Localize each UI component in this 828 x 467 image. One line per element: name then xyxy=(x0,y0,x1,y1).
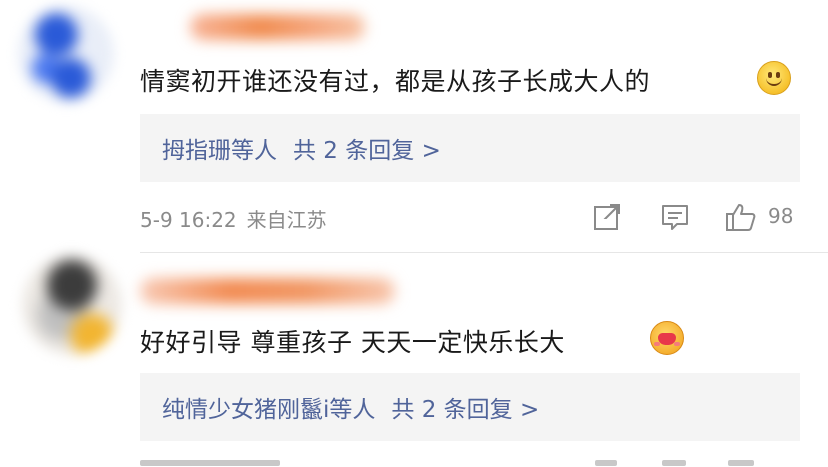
like-icon[interactable] xyxy=(725,202,756,232)
next-comment-meta-partial xyxy=(0,458,828,467)
reply-summary[interactable]: 纯情少女猪刚鬣i等人 共 2 条回复 > xyxy=(140,373,800,441)
comment-text: 好好引导 尊重孩子 天天一定快乐长大 xyxy=(140,328,565,357)
comment-list: 情窦初开谁还没有过，都是从孩子长成大人的 拇指珊等人 共 2 条回复 > 5-9… xyxy=(0,0,828,467)
divider xyxy=(140,252,828,253)
comment-meta: 5-9 16:22 来自江苏 98 xyxy=(140,202,800,234)
username-redacted[interactable] xyxy=(190,14,365,40)
username-redacted[interactable] xyxy=(140,278,395,304)
reply-users[interactable]: 拇指珊等人 xyxy=(162,131,277,165)
comment-time-location: 5-9 16:22 来自江苏 xyxy=(140,204,327,233)
comment-text: 情窦初开谁还没有过，都是从孩子长成大人的 xyxy=(140,67,651,96)
avatar[interactable] xyxy=(22,255,122,355)
reply-summary[interactable]: 拇指珊等人 共 2 条回复 > xyxy=(140,114,800,182)
smile-emoji-icon xyxy=(757,61,791,95)
like-count: 98 xyxy=(768,204,794,228)
reply-count-link[interactable]: 共 2 条回复 > xyxy=(293,131,441,165)
avatar[interactable] xyxy=(18,6,114,102)
reply-users[interactable]: 纯情少女猪刚鬣i等人 xyxy=(162,390,375,424)
share-icon[interactable] xyxy=(592,202,622,232)
hug-emoji-icon xyxy=(650,321,684,355)
comment-location: 来自江苏 xyxy=(246,208,327,232)
reply-count-link[interactable]: 共 2 条回复 > xyxy=(391,390,539,424)
comment-icon[interactable] xyxy=(660,202,690,232)
comment-time: 5-9 16:22 xyxy=(140,208,237,232)
